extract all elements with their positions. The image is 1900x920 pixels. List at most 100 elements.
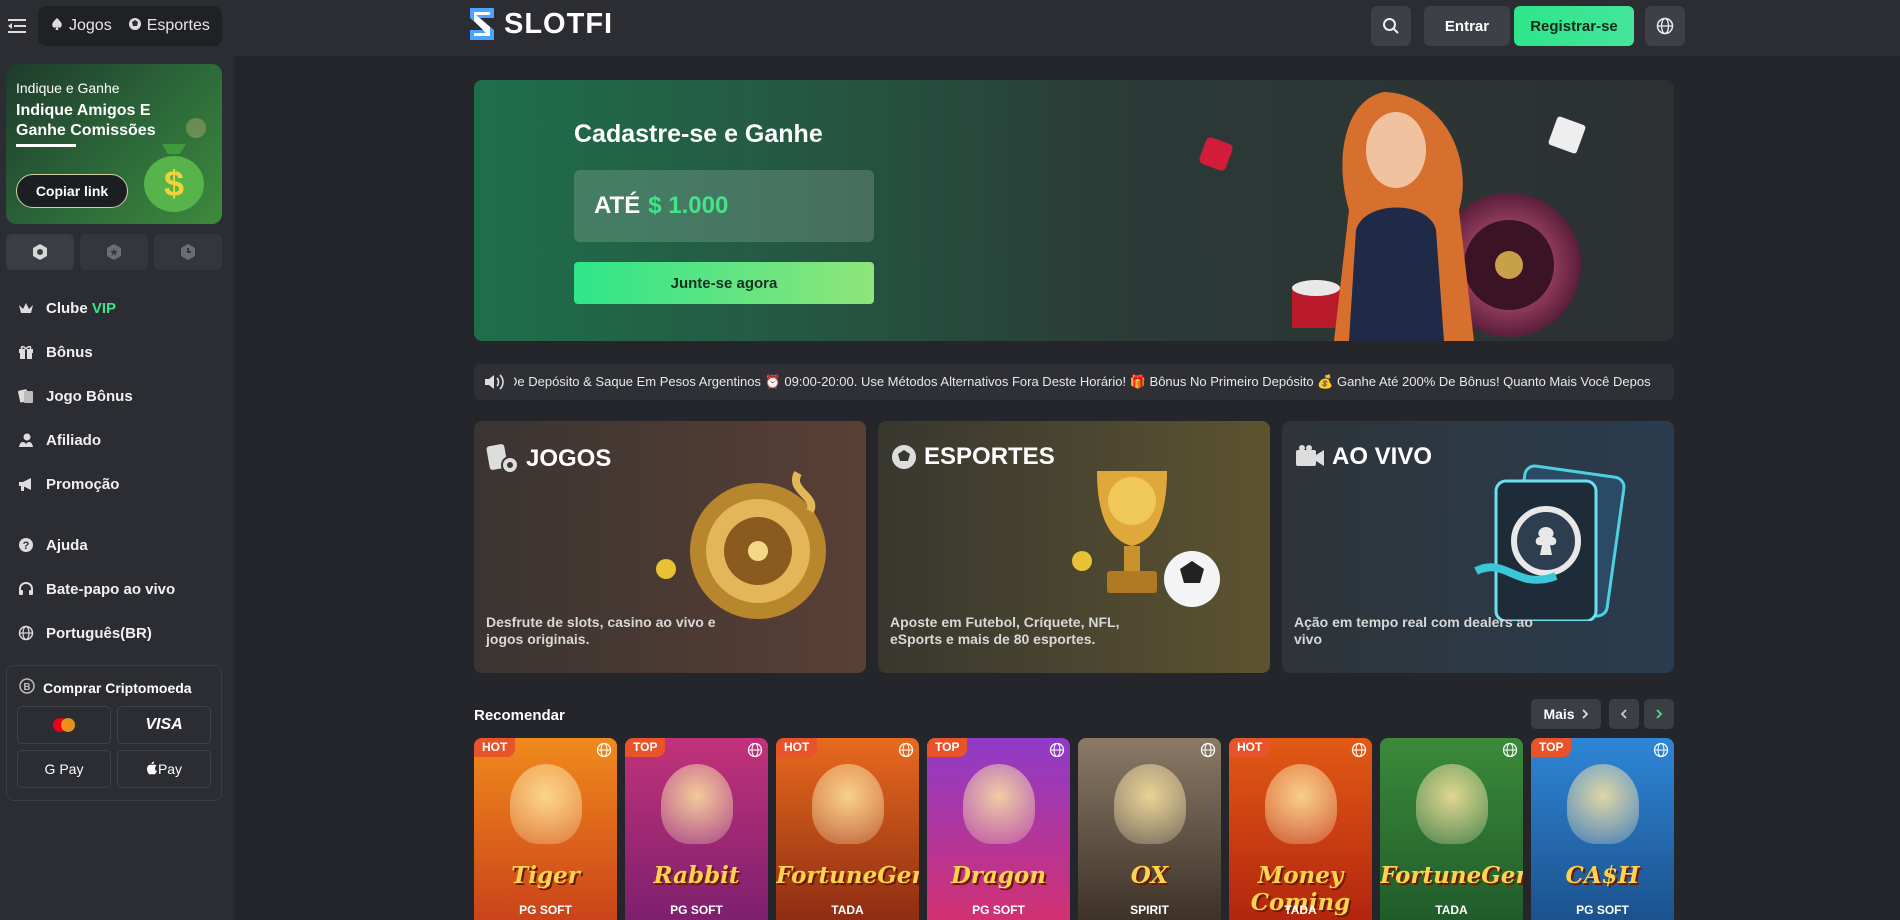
pay-applepay[interactable]: Pay — [117, 750, 211, 788]
globe-icon — [898, 742, 914, 758]
game-card[interactable]: OX SPIRIT — [1078, 738, 1221, 920]
game-artwork — [1265, 764, 1337, 844]
payment-methods: VISA G Pay Pay — [17, 706, 211, 788]
sidebar-item-ajuda[interactable]: ? Ajuda — [0, 523, 234, 567]
level-badges — [6, 234, 222, 270]
nav-esportes[interactable]: Esportes — [122, 10, 216, 42]
globe-icon — [1656, 17, 1674, 35]
svg-text:?: ? — [23, 540, 30, 552]
globe-icon — [1200, 742, 1216, 758]
register-button[interactable]: Registrar-se — [1514, 6, 1634, 46]
sidebar-item-promocao[interactable]: Promoção — [0, 462, 234, 506]
sidebar-item-afiliado-label: Afiliado — [46, 431, 101, 449]
game-artwork — [661, 764, 733, 844]
sidebar-item-ajuda-label: Ajuda — [46, 536, 88, 554]
gift-icon — [18, 344, 34, 360]
nav-esportes-label: Esportes — [146, 17, 210, 34]
sidebar-item-language[interactable]: Português(BR) — [0, 611, 234, 655]
trophy-football-illustration — [1072, 471, 1220, 607]
camera-icon — [1296, 445, 1324, 466]
star-badge-icon — [107, 244, 121, 260]
hero-banner[interactable]: Cadastre-se e Ganhe ATÉ $ 1.000 Junte-se… — [474, 80, 1674, 341]
promo-line1: Indique e Ganhe — [16, 80, 120, 96]
globe-icon — [1653, 742, 1669, 758]
headset-icon — [18, 581, 34, 597]
game-artwork — [510, 764, 582, 844]
game-tag: HOT — [474, 738, 516, 757]
topbar: SLOTFI Entrar Registrar-se — [234, 0, 1900, 56]
logo[interactable]: SLOTFI — [464, 4, 613, 44]
category-esportes-card[interactable]: ESPORTES Aposte em Futebol, Críquete, NF… — [878, 421, 1270, 673]
game-artwork — [812, 764, 884, 844]
carousel-next-button[interactable] — [1644, 699, 1674, 729]
sidebar: Jogos Esportes Indique e Ganhe Indique A… — [0, 0, 234, 920]
search-button[interactable] — [1371, 6, 1411, 46]
category-jogos-title: JOGOS — [486, 443, 611, 475]
pay-gpay[interactable]: G Pay — [17, 750, 111, 788]
crypto-title: B Comprar Criptomoeda — [7, 666, 221, 697]
sidebar-item-jogo-bonus[interactable]: Jogo Bônus — [0, 374, 234, 418]
game-provider: SPIRIT — [1130, 903, 1169, 917]
sidebar-item-jogo-bonus-label: Jogo Bônus — [46, 387, 133, 405]
casino-hostess-illustration — [1199, 92, 1586, 341]
game-card[interactable]: TOP Rabbit PG SOFT — [625, 738, 768, 920]
sidebar-item-vip[interactable]: Clube VIP — [0, 286, 234, 330]
category-esportes-label: ESPORTES — [924, 443, 1055, 470]
category-aovivo-label: AO VIVO — [1332, 443, 1433, 470]
join-now-button[interactable]: Junte-se agora — [574, 262, 874, 304]
category-jogos-card[interactable]: JOGOS Desfrute de slots, casino ao vivo … — [474, 421, 866, 673]
roulette-illustration — [656, 471, 826, 619]
game-artwork — [1416, 764, 1488, 844]
more-label: Mais — [1543, 706, 1575, 722]
game-name: OX — [1130, 862, 1169, 889]
soccer-ball-icon — [892, 445, 916, 469]
cards-icon — [18, 388, 34, 404]
game-card[interactable]: HOT FortuneGems TADA — [776, 738, 919, 920]
slotfi-logo-icon — [470, 8, 494, 40]
pay-visa[interactable]: VISA — [117, 706, 211, 744]
nav-jogos-label: Jogos — [69, 17, 112, 34]
spade-icon — [50, 17, 64, 36]
speaker-icon — [474, 364, 514, 400]
sidebar-item-chat-label: Bate-papo ao vivo — [46, 580, 176, 598]
game-provider: PG SOFT — [1576, 903, 1629, 917]
copy-link-button[interactable]: Copiar link — [16, 174, 128, 208]
sidebar-item-afiliado[interactable]: Afiliado — [0, 418, 234, 462]
game-provider: TADA — [831, 903, 864, 917]
sidebar-item-chat[interactable]: Bate-papo ao vivo — [0, 567, 234, 611]
category-aovivo-card[interactable]: AO VIVO Ação em tempo real com dealers a… — [1282, 421, 1674, 673]
badge-hex[interactable] — [6, 234, 74, 270]
game-artwork — [1567, 764, 1639, 844]
hero-amount: $ 1.000 — [648, 192, 729, 219]
cards-chip-icon — [486, 444, 519, 474]
sidebar-item-bonus[interactable]: Bônus — [0, 330, 234, 374]
crown-icon — [18, 300, 34, 316]
language-button[interactable] — [1645, 6, 1685, 46]
money-bag-icon: $ — [144, 118, 206, 212]
applepay-label: Pay — [157, 761, 183, 777]
menu-toggle-icon[interactable] — [6, 15, 28, 37]
globe-icon — [747, 742, 763, 758]
crypto-title-label: Comprar Criptomoeda — [43, 679, 192, 696]
svg-text:B: B — [23, 682, 30, 693]
category-esportes-desc: Aposte em Futebol, Críquete, NFL, eSport… — [890, 614, 1120, 647]
apple-icon — [146, 761, 158, 778]
pay-mastercard[interactable] — [17, 706, 111, 744]
affiliate-icon — [18, 432, 34, 448]
game-name: Rabbit — [653, 862, 740, 889]
game-card[interactable]: TOP CA$H PG SOFT — [1531, 738, 1674, 920]
game-card[interactable]: HOT Money Coming TADA — [1229, 738, 1372, 920]
game-card[interactable]: FortuneGems TADA — [1380, 738, 1523, 920]
badge-star[interactable] — [80, 234, 148, 270]
globe-icon — [18, 625, 34, 641]
more-button[interactable]: Mais — [1531, 699, 1601, 729]
game-artwork — [1114, 764, 1186, 844]
badge-clock[interactable] — [154, 234, 222, 270]
hero-amount-box: ATÉ $ 1.000 — [574, 170, 874, 242]
game-card[interactable]: HOT Tiger PG SOFT — [474, 738, 617, 920]
carousel-prev-button[interactable] — [1609, 699, 1639, 729]
login-button[interactable]: Entrar — [1424, 6, 1510, 46]
nav-jogos[interactable]: Jogos — [44, 10, 118, 42]
game-provider: PG SOFT — [670, 903, 723, 917]
game-card[interactable]: TOP Dragon PG SOFT — [927, 738, 1070, 920]
